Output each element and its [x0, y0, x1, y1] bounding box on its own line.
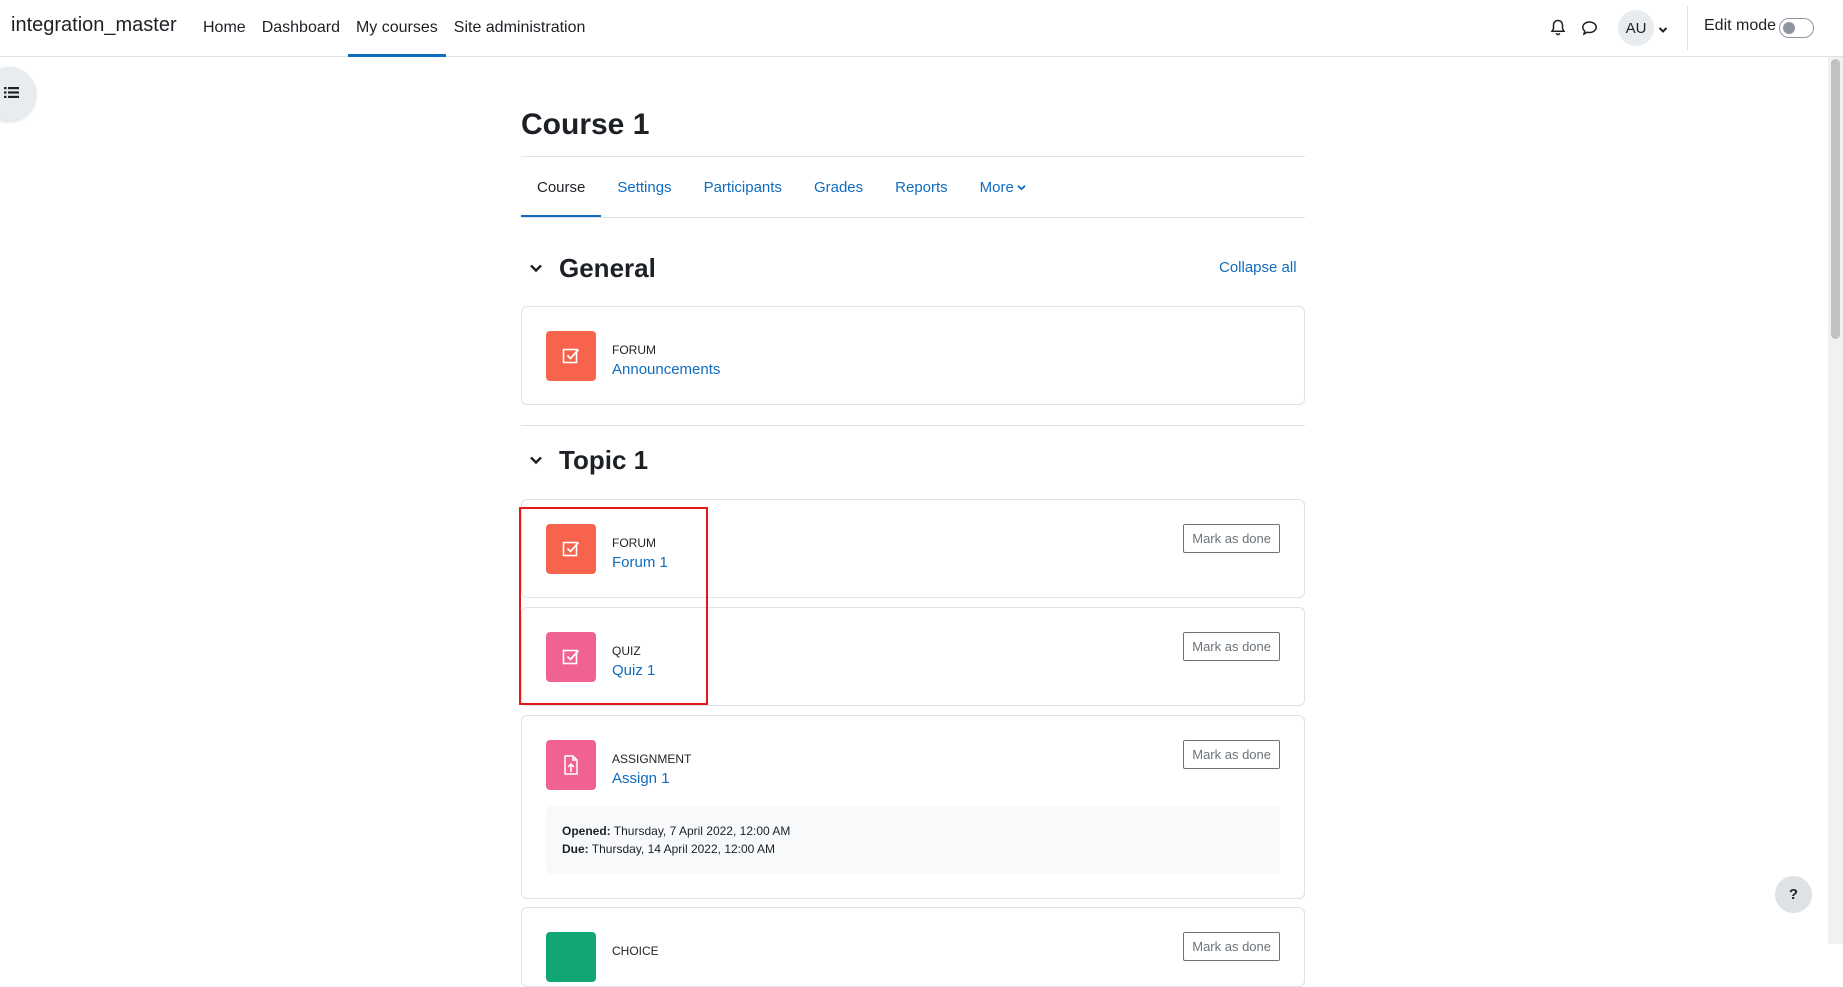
- tab-more-label: More: [979, 178, 1014, 196]
- due-label: Due:: [562, 842, 589, 856]
- assignment-icon[interactable]: [546, 740, 596, 790]
- nav-home[interactable]: Home: [195, 0, 254, 56]
- activity-dates: Opened: Thursday, 7 April 2022, 12:00 AM…: [546, 806, 1280, 874]
- section-title[interactable]: General: [559, 253, 656, 284]
- section-title[interactable]: Topic 1: [559, 445, 648, 476]
- mark-as-done-button[interactable]: Mark as done: [1183, 740, 1280, 769]
- edit-mode-label: Edit mode: [1704, 17, 1777, 34]
- tab-course[interactable]: Course: [521, 157, 602, 218]
- due-date: Thursday, 14 April 2022, 12:00 AM: [591, 842, 776, 856]
- section-header-topic-1: Topic 1: [521, 440, 648, 480]
- tab-reports[interactable]: Reports: [879, 157, 964, 217]
- section-header-general: General: [521, 248, 656, 288]
- nav-site-administration[interactable]: Site administration: [446, 0, 594, 56]
- forum-icon[interactable]: [546, 331, 596, 381]
- chat-icon[interactable]: [1577, 16, 1601, 40]
- chevron-down-icon[interactable]: [521, 445, 551, 475]
- activity-type: FORUM: [612, 343, 656, 357]
- activity-type: CHOICE: [612, 944, 659, 958]
- divider: [521, 217, 1305, 218]
- chevron-down-icon[interactable]: [1658, 21, 1668, 38]
- tab-grades[interactable]: Grades: [798, 157, 879, 217]
- tab-settings[interactable]: Settings: [601, 157, 687, 217]
- divider: [521, 425, 1305, 426]
- tab-more[interactable]: More: [964, 157, 1042, 217]
- page-title: Course 1: [521, 108, 650, 141]
- chevron-down-icon: [1017, 184, 1026, 191]
- activity-type: ASSIGNMENT: [612, 752, 692, 766]
- nav-my-courses[interactable]: My courses: [347, 0, 446, 57]
- edit-mode-toggle[interactable]: [1779, 18, 1814, 38]
- scrollbar-thumb[interactable]: [1831, 59, 1840, 339]
- collapse-all-link[interactable]: Collapse all: [1219, 259, 1297, 276]
- scrollbar[interactable]: [1828, 57, 1843, 944]
- top-navbar: integration_master Home Dashboard My cou…: [0, 0, 1843, 57]
- bell-icon[interactable]: [1546, 16, 1570, 40]
- chevron-down-icon[interactable]: [521, 253, 551, 283]
- activity-card: CHOICE Mark as done: [521, 907, 1305, 987]
- activity-link[interactable]: Announcements: [612, 361, 720, 378]
- toggle-knob: [1783, 22, 1795, 34]
- course-secondary-navigation: Course Settings Participants Grades Repo…: [521, 157, 1042, 218]
- nav-divider: [1687, 6, 1688, 50]
- opened-label: Opened:: [562, 824, 611, 838]
- mark-as-done-button[interactable]: Mark as done: [1183, 632, 1280, 661]
- list-icon: [4, 86, 19, 103]
- activity-card: ASSIGNMENT Assign 1 Mark as done Opened:…: [521, 715, 1305, 899]
- activity-link[interactable]: Assign 1: [612, 770, 670, 787]
- tab-participants[interactable]: Participants: [688, 157, 798, 217]
- highlight-box: [519, 507, 708, 705]
- help-button[interactable]: ?: [1775, 876, 1812, 913]
- course-index-drawer-button[interactable]: [0, 67, 36, 121]
- activity-card: FORUM Announcements: [521, 306, 1305, 405]
- opened-date: Thursday, 7 April 2022, 12:00 AM: [613, 824, 791, 838]
- avatar[interactable]: AU: [1618, 10, 1654, 46]
- opened-date-row: Opened: Thursday, 7 April 2022, 12:00 AM: [562, 822, 1264, 840]
- nav-dashboard[interactable]: Dashboard: [254, 0, 348, 56]
- choice-icon[interactable]: [546, 932, 596, 982]
- primary-navigation: Home Dashboard My courses Site administr…: [195, 0, 593, 57]
- mark-as-done-button[interactable]: Mark as done: [1183, 932, 1280, 961]
- due-date-row: Due: Thursday, 14 April 2022, 12:00 AM: [562, 840, 1264, 858]
- site-brand[interactable]: integration_master: [11, 14, 177, 37]
- mark-as-done-button[interactable]: Mark as done: [1183, 524, 1280, 553]
